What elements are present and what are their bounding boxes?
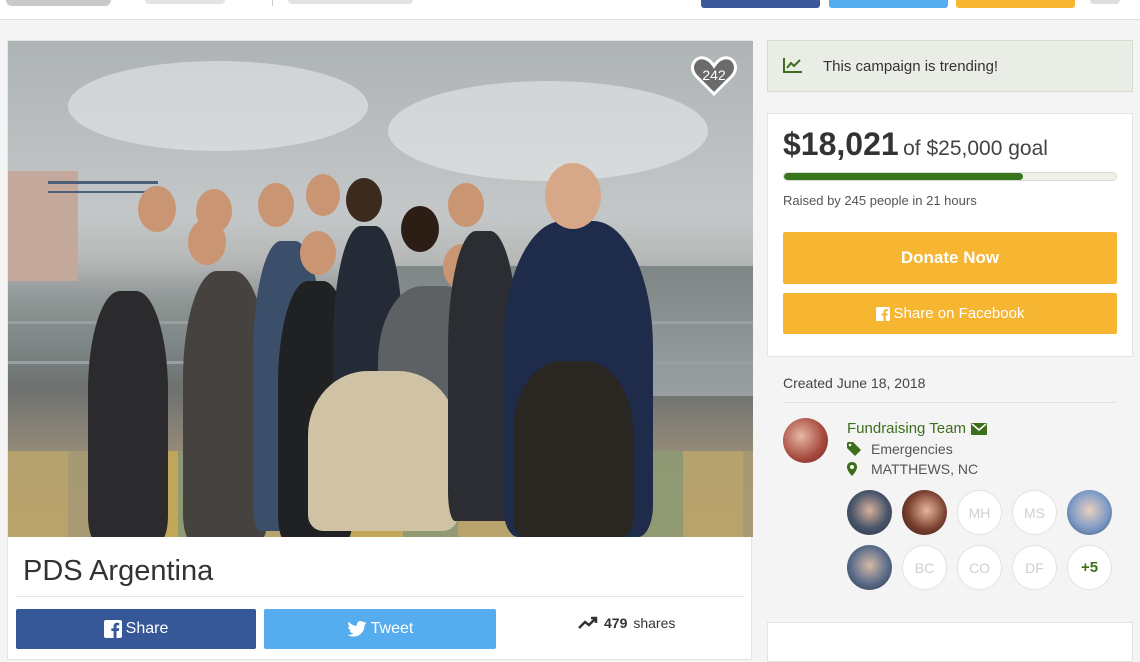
facebook-icon [103,620,122,638]
progress-bar [783,172,1117,181]
category-label: Emergencies [871,441,953,457]
top-donate-button[interactable] [956,0,1075,8]
trending-text: This campaign is trending! [823,58,999,75]
team-member-avatar[interactable] [847,490,892,535]
created-date: Created June 18, 2018 [783,375,926,391]
organizer-link[interactable]: Fundraising Team [847,420,987,437]
facebook-share-label: Share [125,620,169,637]
top-supporters-card [767,622,1133,662]
donate-now-button[interactable]: Donate Now [783,232,1117,284]
team-member-avatar[interactable]: MS [1012,490,1057,535]
heart-count: 242 [702,67,726,83]
campaign-card: 242 PDS Argentina Share Tweet 479 shares [7,40,753,660]
map-marker-icon [847,462,857,476]
tweet-label: Tweet [370,620,414,637]
team-member-avatar[interactable] [902,490,947,535]
goal-text: of $25,000 goal [903,137,1048,160]
team-member-avatar[interactable]: MH [957,490,1002,535]
campaign-title: PDS Argentina [23,555,214,587]
share-count: 479 shares [578,615,675,631]
site-logo[interactable] [6,0,111,6]
progress-bar-fill [784,173,1024,180]
team-member-avatar[interactable]: DF [1012,545,1057,590]
team-member-avatar[interactable] [1067,490,1112,535]
envelope-icon[interactable] [970,422,987,435]
trending-banner: This campaign is trending! [767,40,1133,92]
more-team-members-button[interactable]: +5 [1067,545,1112,590]
twitter-icon [347,621,367,637]
raised-by-text: Raised by 245 people in 21 hours [783,193,977,208]
facebook-share-button[interactable]: Share [16,609,256,649]
trending-up-icon [578,616,598,629]
nav-divider [272,0,273,6]
team-member-avatar[interactable] [847,545,892,590]
donation-progress-card: $18,021 of $25,000 goal Raised by 245 pe… [767,113,1133,357]
organizer-avatar[interactable] [783,418,828,463]
raised-amount: $18,021 [783,126,899,162]
organizer-category[interactable]: Emergencies [847,441,953,457]
trending-chart-icon [783,58,802,73]
divider [16,596,745,597]
top-nav-bar [0,0,1140,20]
top-menu[interactable] [1090,0,1120,4]
amount-line: $18,021 of $25,000 goal [783,126,1048,163]
location-label: MATTHEWS, NC [871,461,979,477]
share-on-facebook-label: Share on Facebook [893,305,1025,322]
top-twitter-button[interactable] [829,0,948,8]
share-count-number: 479 [604,615,628,631]
nav-search[interactable] [288,0,413,4]
bridge-shape [48,181,158,193]
team-member-avatar[interactable]: CO [957,545,1002,590]
top-facebook-button[interactable] [701,0,820,8]
organizer-location: MATTHEWS, NC [847,461,978,477]
tag-icon [847,442,861,456]
organizer-name: Fundraising Team [847,420,966,437]
nav-link[interactable] [145,0,225,4]
team-member-avatar[interactable]: BC [902,545,947,590]
share-count-label: shares [633,615,676,631]
facebook-icon [875,306,890,321]
divider [783,402,1116,403]
tweet-button[interactable]: Tweet [264,609,496,649]
share-on-facebook-button[interactable]: Share on Facebook [783,293,1117,334]
campaign-photo[interactable]: 242 [8,41,753,537]
favorite-heart-button[interactable]: 242 [691,56,737,96]
